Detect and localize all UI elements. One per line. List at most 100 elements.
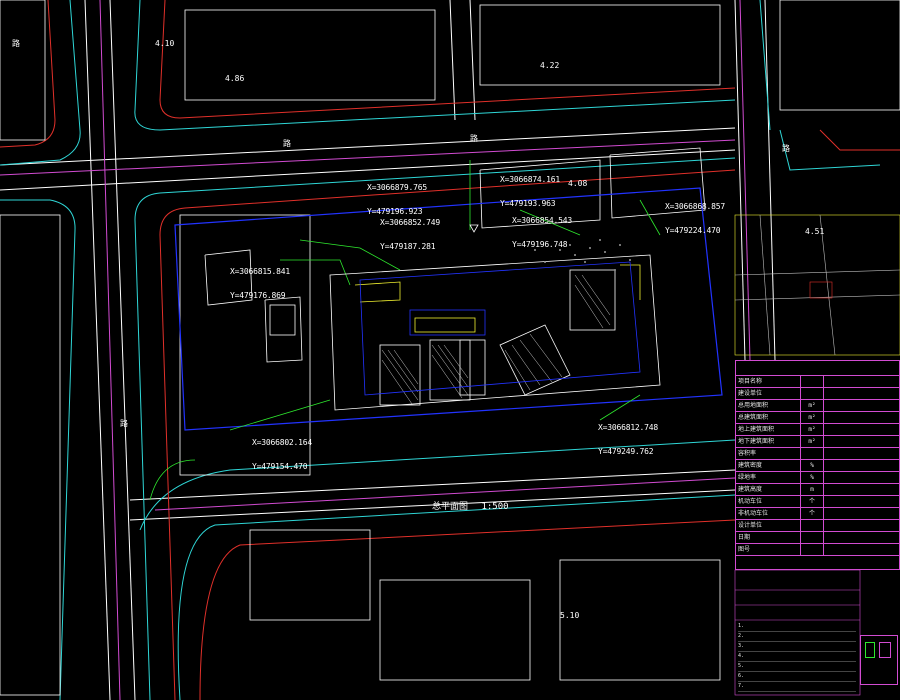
title-block-row: 地上建筑面积 m²	[736, 424, 899, 436]
title-block-cell	[801, 388, 824, 399]
title-block-cell: 地上建筑面积	[736, 424, 801, 435]
title-block-cell: 非机动车位	[736, 508, 801, 519]
title-block-cell: m²	[801, 424, 824, 435]
elevation-label: 5.10	[560, 611, 580, 620]
coord-label-8: X=3066812.748 Y=479249.762	[598, 408, 658, 464]
title-block-cell: m²	[801, 412, 824, 423]
hatch-areas	[381, 274, 611, 405]
title-block-row: 建筑密度%	[736, 460, 899, 472]
coord-x: X=3066879.765	[367, 183, 428, 192]
title-block: 项目名称 建设单位 总用地面积 m² 总建筑面积 m² 地上建筑面积 m² 地下建筑面积 m² 容积…	[735, 360, 900, 570]
coord-y: Y=479154.470	[252, 462, 308, 471]
coord-y: Y=479224.470	[665, 226, 721, 235]
title-block-row: 总建筑面积 m²	[736, 412, 899, 424]
title-block-cell: 个	[801, 508, 824, 519]
coord-x: X=3066868.857	[665, 202, 726, 211]
title-block-cell	[824, 376, 899, 387]
elevation-label: 4.22	[540, 61, 560, 70]
elevation-label: 4.86	[225, 74, 245, 83]
title-block-cell: 项目名称	[736, 376, 801, 387]
yellow-outlines	[354, 264, 641, 333]
title-block-cell: m	[801, 484, 824, 495]
title-block-cell: 总建筑面积	[736, 412, 801, 423]
elevation-label: 4.51	[805, 227, 825, 236]
title-block-header	[736, 361, 899, 376]
title-block-row: 总用地面积 m²	[736, 400, 899, 412]
title-block-cell	[824, 424, 899, 435]
plan-title-text: 总平面图	[432, 502, 469, 512]
site-plan-drawing	[0, 0, 900, 700]
title-block-row: 机动车位个	[736, 496, 899, 508]
title-block-cell	[801, 532, 824, 543]
elevation-label: 4.10	[155, 39, 175, 48]
title-block-cell	[824, 412, 899, 423]
title-block-cell	[824, 388, 899, 399]
title-block-cell: 绿地率	[736, 472, 801, 483]
title-block-row: 容积率	[736, 448, 899, 460]
title-block-cell: m²	[801, 436, 824, 447]
title-block-cell: 日期	[736, 532, 801, 543]
title-block-cell	[824, 472, 899, 483]
title-block-row: 建筑高度 m	[736, 484, 899, 496]
note-line: 1.	[738, 622, 856, 632]
coord-label-3: X=3066852.749 Y=479187.281	[380, 203, 440, 259]
road-label: 路	[782, 144, 790, 153]
road-network	[0, 0, 776, 700]
road-label: 路	[283, 139, 291, 148]
title-block-cell: m²	[801, 400, 824, 411]
plan-scale: 1:500	[481, 502, 509, 512]
title-block-cell: 建设单位	[736, 388, 801, 399]
title-block-cell: %	[801, 460, 824, 471]
note-line: 5.	[738, 662, 856, 672]
road-label: 路	[120, 419, 128, 428]
coord-y: Y=479187.281	[380, 242, 436, 251]
title-block-cell: 总用地面积	[736, 400, 801, 411]
inner-blue	[359, 261, 641, 396]
note-line: 7.	[738, 682, 856, 692]
title-block-row: 图号	[736, 544, 899, 556]
title-block-row: 日期	[736, 532, 899, 544]
stamp-mark-green	[865, 642, 875, 658]
note-line: 2.	[738, 632, 856, 642]
title-block-cell	[801, 448, 824, 459]
coord-y: Y=479196.748	[512, 240, 568, 249]
stamp-mark-magenta	[879, 642, 891, 658]
coord-label-4: X=3066854.543 Y=479196.748	[512, 201, 572, 257]
coord-x: X=3066854.543	[512, 216, 573, 225]
title-block-row: 非机动车位个	[736, 508, 899, 520]
title-block-cell: 建筑高度	[736, 484, 801, 495]
general-notes: 1. 2. 3. 4. 5. 6. 7.	[738, 622, 856, 692]
title-block-cell	[824, 460, 899, 471]
title-block-cell: 图号	[736, 544, 801, 555]
coord-x: X=3066802.164	[252, 438, 313, 447]
title-block-cell	[824, 484, 899, 495]
coord-label-6: X=3066815.841 Y=479176.869	[230, 252, 290, 308]
title-block-cell	[824, 436, 899, 447]
elevation-label: 4.08	[568, 179, 588, 188]
title-block-cell	[824, 508, 899, 519]
title-block-cell: 建筑密度	[736, 460, 801, 471]
title-block-cell	[824, 496, 899, 507]
seal-stamp	[860, 635, 898, 685]
title-block-cell	[801, 520, 824, 531]
title-block-cell	[824, 400, 899, 411]
title-block-cell	[824, 448, 899, 459]
title-block-row: 设计单位	[736, 520, 899, 532]
note-line: 4.	[738, 652, 856, 662]
coord-x: X=3066874.161	[500, 175, 561, 184]
title-block-cell: %	[801, 472, 824, 483]
curb-lines	[0, 0, 881, 700]
title-block-cell	[824, 520, 899, 531]
north-arrow-icon	[469, 224, 479, 233]
road-label: 路	[470, 134, 478, 143]
title-block-row: 绿地率%	[736, 472, 899, 484]
road-label: 路	[12, 39, 20, 48]
title-block-cell	[801, 544, 824, 555]
coord-x: X=3066815.841	[230, 267, 291, 276]
title-block-row: 建设单位	[736, 388, 899, 400]
title-block-cell: 设计单位	[736, 520, 801, 531]
coord-label-5: X=3066868.857 Y=479224.470	[665, 187, 725, 243]
title-block-cell	[801, 376, 824, 387]
title-block-cell: 个	[801, 496, 824, 507]
title-block-cell: 容积率	[736, 448, 801, 459]
